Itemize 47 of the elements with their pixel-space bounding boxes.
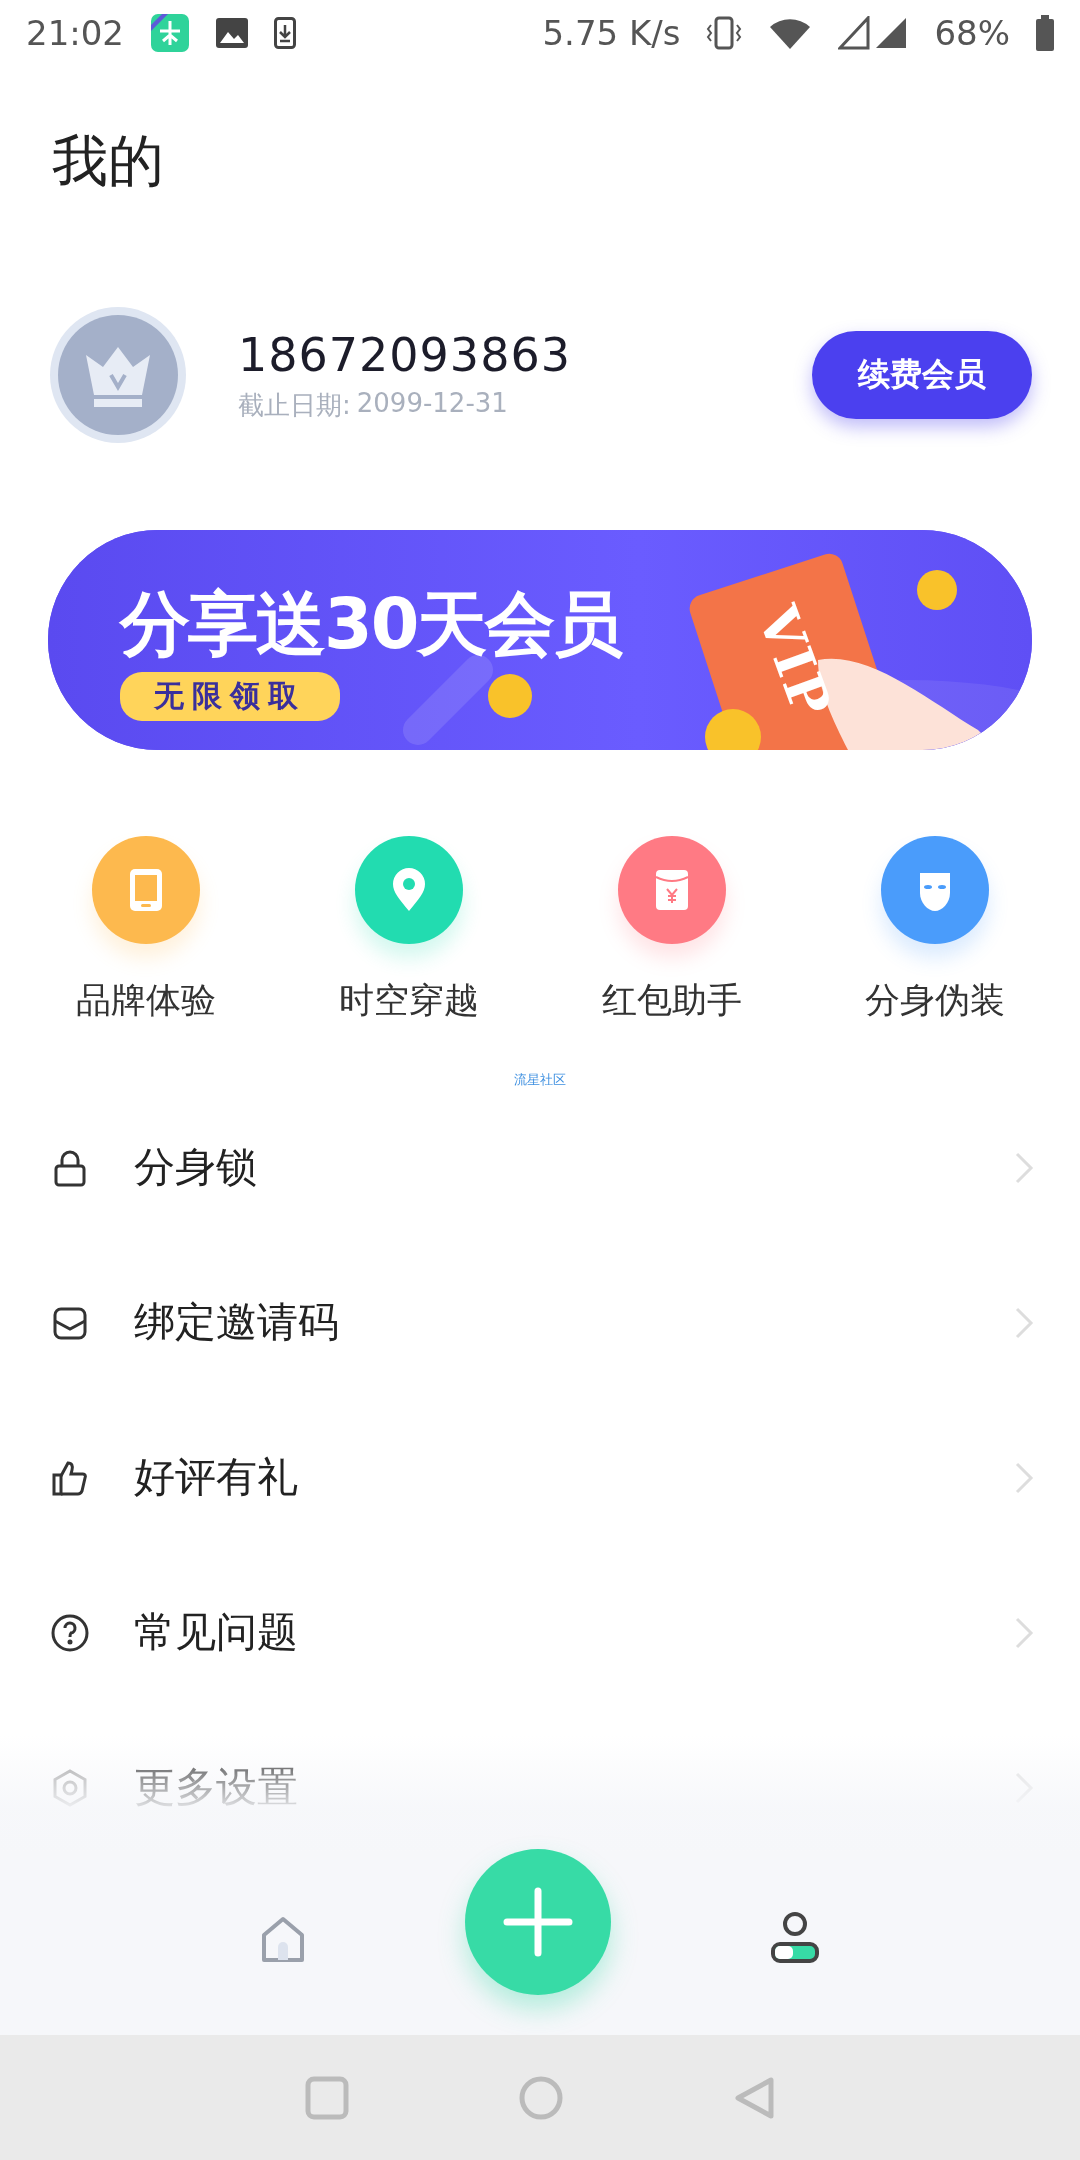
- help-icon: [51, 1614, 89, 1651]
- settings-icon: [53, 1768, 87, 1807]
- battery-icon: [1036, 15, 1054, 51]
- phone-number: 18672093863: [238, 327, 572, 382]
- promo-banner[interactable]: 分享送30天会员 无限领取 VIP: [48, 530, 1032, 750]
- envelope-icon: [53, 1307, 87, 1339]
- recent-apps-icon[interactable]: [305, 2075, 349, 2120]
- battery-percent: 68%: [934, 13, 1010, 53]
- wifi-icon: [768, 17, 813, 49]
- chevron-icon: [1014, 1460, 1034, 1495]
- expiry-label: 截止日期:: [238, 388, 351, 422]
- app-notification-icon: [150, 13, 190, 53]
- renew-membership-button[interactable]: 续费会员: [812, 331, 1032, 419]
- menu-item[interactable]: 绑定邀请码: [0, 1245, 1080, 1400]
- back-icon[interactable]: [733, 2075, 775, 2120]
- network-speed: 5.75 K/s: [542, 13, 681, 53]
- feature-label: 品牌体验: [75, 979, 216, 1022]
- chevron-icon: [1014, 1305, 1034, 1340]
- chevron-icon: [1014, 1615, 1034, 1650]
- profile-tab[interactable]: [769, 1911, 821, 1965]
- add-button[interactable]: [465, 1849, 611, 1995]
- menu-item[interactable]: 好评有礼: [0, 1400, 1080, 1555]
- plus-icon: [503, 1887, 573, 1957]
- signal-icon: [838, 16, 909, 50]
- person-icon: [769, 1911, 821, 1965]
- page-title: 我的: [51, 127, 165, 195]
- chevron-icon: [1014, 1150, 1034, 1185]
- thumbs-up-icon: [52, 1461, 87, 1495]
- banner-tag: 无限领取: [120, 672, 340, 721]
- home-circle-icon[interactable]: [519, 2075, 563, 2120]
- avatar-crown-icon: [48, 305, 188, 445]
- clock: 21:02: [26, 13, 124, 53]
- menu-item[interactable]: 分身锁: [0, 1090, 1080, 1245]
- lock-icon: [54, 1150, 86, 1186]
- feature-label: 时空穿越: [338, 979, 479, 1022]
- home-icon: [259, 1915, 307, 1965]
- card-text: VIP: [745, 597, 845, 727]
- community-link[interactable]: 流星社区: [514, 1072, 566, 1087]
- image-icon: [216, 18, 248, 48]
- expiry-date: 2099-12-31: [356, 387, 508, 420]
- download-icon: [274, 17, 296, 49]
- banner-title: 分享送30天会员: [120, 582, 622, 667]
- vibrate-icon: [706, 16, 743, 50]
- menu-item[interactable]: 常见问题: [0, 1555, 1080, 1710]
- feature-label: 分身伪装: [864, 979, 1005, 1022]
- home-tab[interactable]: [259, 1915, 307, 1965]
- feature-label: 红包助手: [601, 979, 742, 1022]
